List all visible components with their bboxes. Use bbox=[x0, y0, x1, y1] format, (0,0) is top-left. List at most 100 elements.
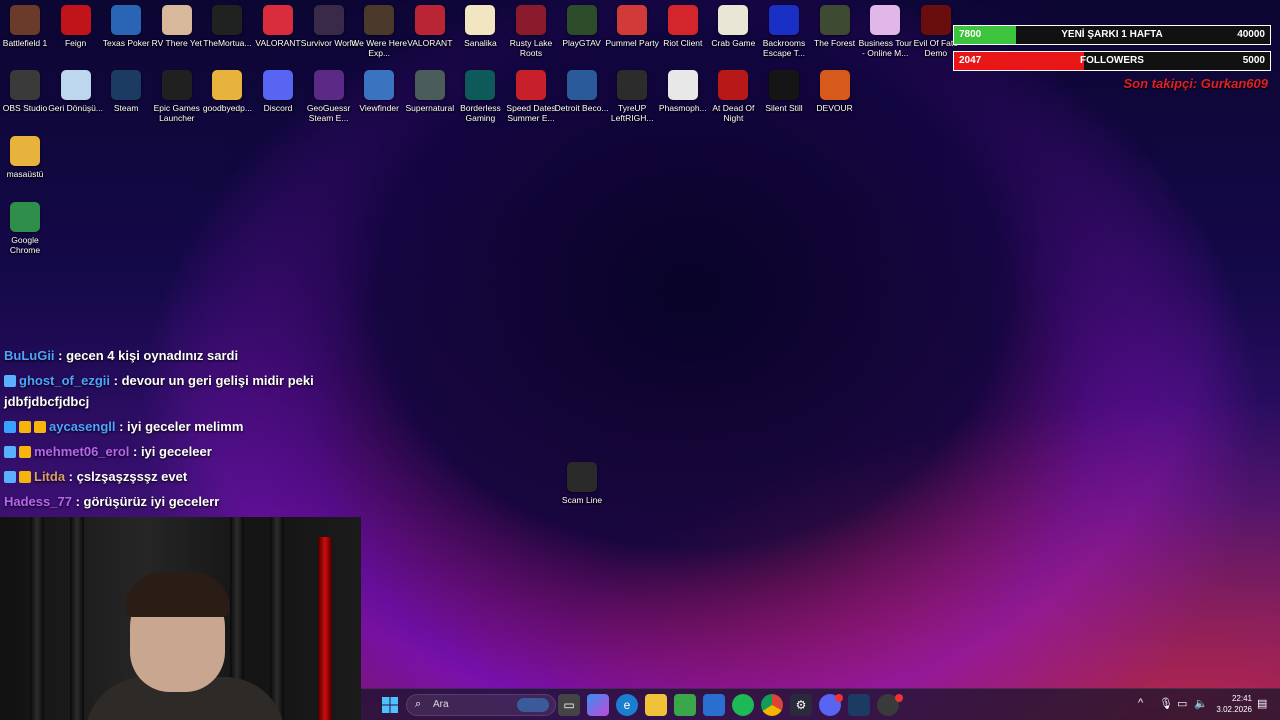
edge-icon[interactable]: e bbox=[616, 694, 638, 716]
desktop-icon-r2-16[interactable]: DEVOUR bbox=[810, 70, 860, 113]
desktop-icon-r2-8[interactable]: Supernatural bbox=[405, 70, 455, 113]
app-icon bbox=[111, 70, 142, 100]
task-view-icon[interactable]: ▭ bbox=[558, 694, 580, 716]
desktop-icon-r1-10[interactable]: Rusty Lake Roots bbox=[506, 5, 556, 58]
icon-label: Battlefield 1 bbox=[2, 38, 48, 48]
start-button[interactable] bbox=[379, 694, 401, 716]
desktop-icon-r1-13[interactable]: Riot Client bbox=[658, 5, 708, 48]
chat-message: Hadess_77 : görüşürüz iyi gecelerr bbox=[4, 491, 354, 512]
icon-label: Business Tour - Online M... bbox=[858, 38, 912, 58]
volume-icon[interactable]: 🔈 bbox=[1194, 697, 1208, 710]
app-icon bbox=[212, 70, 243, 100]
desktop-icon-c-0[interactable]: masaüstü bbox=[0, 136, 50, 179]
desktop-icon-r2-11[interactable]: Detroit Beco... bbox=[555, 70, 609, 113]
chat-badge-icon bbox=[19, 421, 31, 433]
desktop-icon-r1-14[interactable]: Crab Game bbox=[708, 5, 758, 48]
chat-text: : çslzşaşzşsşz evet bbox=[68, 469, 188, 484]
chat-username: BuLuGii bbox=[4, 348, 59, 363]
desktop-icon-r1-17[interactable]: Business Tour - Online M... bbox=[858, 5, 912, 58]
app-icon bbox=[161, 70, 192, 100]
chat-badge-icon bbox=[4, 421, 16, 433]
follower-goal-bar: 2047 FOLLOWERS 5000 bbox=[953, 51, 1271, 71]
search-placeholder: Ara bbox=[433, 699, 449, 710]
desktop-icon-r2-13[interactable]: Phasmoph... bbox=[658, 70, 708, 113]
chevron-up-icon[interactable]: ^ bbox=[1138, 697, 1143, 709]
icon-label: The Forest bbox=[814, 38, 856, 48]
chrome-icon[interactable] bbox=[761, 694, 783, 716]
desktop-icon-r2-7[interactable]: Viewfinder bbox=[354, 70, 404, 113]
follower-goal-target: 5000 bbox=[1242, 55, 1265, 66]
last-follower-text: Son takipçi: Gurkan609 bbox=[1123, 76, 1269, 91]
app-icon bbox=[667, 5, 698, 35]
desktop-icon-r1-11[interactable]: PlayGTAV bbox=[557, 5, 607, 48]
app-icon bbox=[667, 70, 698, 100]
desktop-icon-r1-4[interactable]: TheMortua... bbox=[202, 5, 252, 48]
desktop-icon-r2-1[interactable]: Geri Dönüşü... bbox=[48, 70, 103, 113]
desktop-icon-scam-line[interactable]: Scam Line bbox=[557, 462, 607, 505]
store-icon[interactable] bbox=[674, 694, 696, 716]
mail-icon[interactable] bbox=[703, 694, 725, 716]
chat-message: Litda : çslzşaşzşsşz evet bbox=[4, 466, 354, 487]
desktop-icon-r2-10[interactable]: Speed Dates Summer E... bbox=[506, 70, 556, 123]
desktop-icon-r1-6[interactable]: Survivor World bbox=[300, 5, 357, 48]
desktop-icon-r2-3[interactable]: Epic Games Launcher bbox=[152, 70, 202, 123]
icon-label: Backrooms Escape T... bbox=[762, 38, 806, 58]
icon-label: goodbyedp... bbox=[202, 103, 252, 113]
app-icon bbox=[465, 5, 496, 35]
network-icon[interactable]: ▭ bbox=[1177, 697, 1187, 710]
desktop-icon-r1-5[interactable]: VALORANT bbox=[253, 5, 303, 48]
desktop-icon-r1-7[interactable]: We Were Here Exp... bbox=[351, 5, 407, 58]
chat-badge-icon bbox=[4, 446, 16, 458]
chat-badge-icon bbox=[19, 446, 31, 458]
chat-text: : iyi geceler melimm bbox=[119, 419, 244, 434]
desktop-icon-r2-6[interactable]: GeoGuessr Steam E... bbox=[304, 70, 354, 123]
chat-badge-icon bbox=[4, 471, 16, 483]
desktop-icon-r2-5[interactable]: Discord bbox=[253, 70, 303, 113]
desktop-icon-r1-2[interactable]: Texas Poker bbox=[101, 5, 151, 48]
desktop-icon-r1-15[interactable]: Backrooms Escape T... bbox=[759, 5, 809, 58]
chat-text: : görüşürüz iyi gecelerr bbox=[75, 494, 220, 509]
microphone-icon[interactable]: 🎙 bbox=[1159, 697, 1173, 710]
follower-goal-label: FOLLOWERS bbox=[1080, 55, 1144, 66]
desktop-icon-r1-0[interactable]: Battlefield 1 bbox=[0, 5, 50, 48]
app-icon bbox=[617, 70, 648, 100]
desktop-icon-r2-14[interactable]: At Dead Of Night bbox=[708, 70, 758, 123]
icon-label: PlayGTAV bbox=[562, 38, 601, 48]
desktop-icon-r2-0[interactable]: OBS Studio bbox=[0, 70, 50, 113]
chat-username: Litda bbox=[34, 469, 69, 484]
spotify-icon[interactable] bbox=[732, 694, 754, 716]
steam-icon[interactable] bbox=[848, 694, 870, 716]
desktop-icon-r1-3[interactable]: RV There Yet bbox=[152, 5, 202, 48]
app-icon bbox=[465, 70, 496, 100]
search-box[interactable]: ⌕ Ara bbox=[406, 694, 556, 716]
copilot-icon[interactable] bbox=[587, 694, 609, 716]
app-icon bbox=[60, 5, 91, 35]
app-icon bbox=[870, 5, 901, 35]
desktop-icon-r1-1[interactable]: Feign bbox=[51, 5, 101, 48]
desktop-icon-r2-4[interactable]: goodbyedp... bbox=[202, 70, 252, 113]
app-icon bbox=[10, 136, 40, 166]
desktop-icon-r1-9[interactable]: Sanalika bbox=[455, 5, 505, 48]
file-explorer-icon[interactable] bbox=[645, 694, 667, 716]
notification-icon[interactable]: ▤ bbox=[1257, 697, 1267, 710]
app-icon bbox=[263, 5, 293, 35]
settings-gear-icon[interactable]: ⚙ bbox=[790, 694, 812, 716]
desktop-icon-r1-12[interactable]: Pummel Party bbox=[606, 5, 659, 48]
desktop-icon-c-1[interactable]: Google Chrome bbox=[0, 202, 50, 255]
desktop-icon-r2-9[interactable]: Borderless Gaming bbox=[455, 70, 505, 123]
desktop-icon-r2-15[interactable]: Silent Still bbox=[759, 70, 809, 113]
app-icon bbox=[111, 5, 142, 35]
icon-label: Riot Client bbox=[663, 38, 703, 48]
stream-chat: BuLuGii : gecen 4 kişi oynadınız sardi gh… bbox=[4, 345, 354, 516]
app-icon bbox=[819, 70, 850, 100]
clock[interactable]: 22:41 3.02.2026 bbox=[1216, 693, 1252, 715]
song-goal-label: YENİ ŞARKI 1 HAFTA bbox=[1061, 29, 1163, 40]
desktop-icon-r2-12[interactable]: TyreUP LeftRIGH... bbox=[607, 70, 657, 123]
icon-label: Texas Poker bbox=[102, 38, 150, 48]
desktop-icon-r1-16[interactable]: The Forest bbox=[810, 5, 860, 48]
desktop-icon-r2-2[interactable]: Steam bbox=[101, 70, 151, 113]
icon-label: Phasmoph... bbox=[658, 103, 707, 113]
desktop-icon-r1-8[interactable]: VALORANT bbox=[405, 5, 455, 48]
icon-label: masaüstü bbox=[6, 169, 44, 179]
icon-label: Survivor World bbox=[300, 38, 357, 48]
